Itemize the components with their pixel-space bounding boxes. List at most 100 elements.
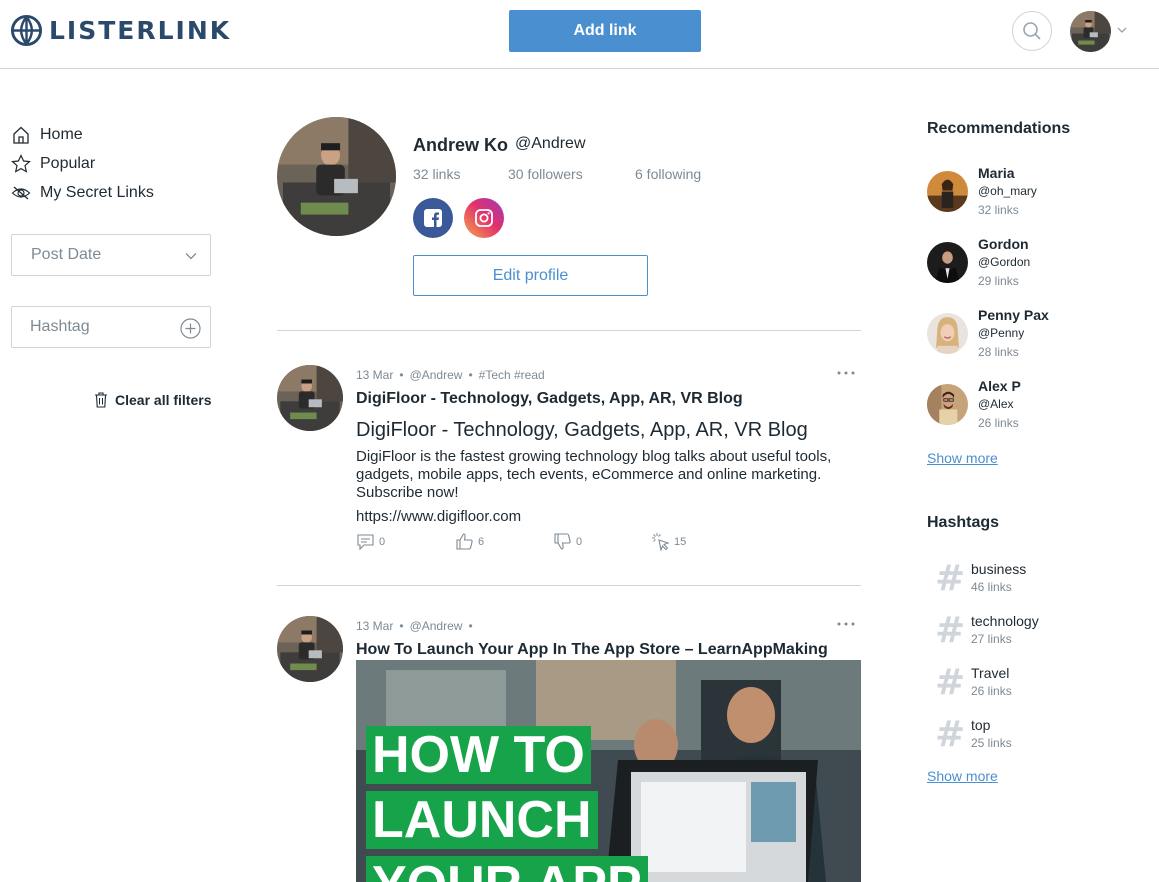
link-preview-title[interactable]: DigiFloor - Technology, Gadgets, App, AR… [356, 419, 808, 442]
post-author[interactable]: @Andrew [410, 619, 463, 633]
clicks-stat: 15 [651, 532, 686, 551]
profile-avatar [277, 117, 396, 236]
comments-button[interactable]: 0 [356, 532, 385, 551]
divider [277, 585, 861, 586]
recommendation-links: 29 links [978, 274, 1019, 288]
recommendation-name[interactable]: Gordon [978, 236, 1029, 252]
globe-logo-icon [10, 14, 43, 47]
avatar[interactable] [927, 313, 968, 354]
recommendation-links: 32 links [978, 203, 1019, 217]
avatar[interactable] [927, 384, 968, 425]
post-author-avatar[interactable] [277, 616, 343, 682]
top-header: LISTERLINK Add link [0, 0, 1159, 69]
recommendation-links: 28 links [978, 345, 1019, 359]
sort-select-value: Post Date [31, 246, 102, 263]
recommendation-handle: @oh_mary [978, 184, 1037, 198]
recommendation-item[interactable]: Gordon @Gordon 29 links [927, 236, 1147, 304]
post-author-avatar[interactable] [277, 365, 343, 431]
hashtags-show-more-link[interactable]: Show more [927, 768, 998, 784]
hashtag-links: 25 links [971, 736, 1012, 750]
sidebar-item-label: Home [40, 125, 83, 143]
home-icon [13, 126, 29, 144]
post-preview-image[interactable]: HOW TO LAUNCH YOUR APP [356, 660, 861, 882]
following-count[interactable]: 6 following [635, 166, 701, 182]
recommendation-name[interactable]: Maria [978, 165, 1015, 181]
link-url[interactable]: https://www.digifloor.com [356, 508, 521, 525]
hashtag-icon: # [935, 662, 966, 703]
logo-text: LISTERLINK [49, 16, 232, 45]
sidebar-item-secret-links[interactable]: My Secret Links [11, 178, 154, 207]
hashtag-item[interactable]: # technology 27 links [935, 610, 1135, 657]
recommendation-handle: @Gordon [978, 255, 1031, 269]
image-headline-line: LAUNCH [366, 791, 598, 849]
user-avatar[interactable] [1070, 11, 1111, 52]
hashtag-item[interactable]: # business 46 links [935, 558, 1135, 605]
instagram-icon [475, 209, 493, 227]
avatar[interactable] [927, 171, 968, 212]
avatar[interactable] [927, 242, 968, 283]
recommendation-item[interactable]: Maria @oh_mary 32 links [927, 165, 1147, 233]
hashtag-placeholder: Hashtag [30, 318, 90, 335]
post-tags[interactable]: #Tech #read [479, 368, 545, 382]
add-circle-icon[interactable] [180, 318, 201, 339]
facebook-button[interactable] [413, 198, 453, 238]
hashtag-icon: # [935, 558, 966, 599]
hashtag-name[interactable]: Travel [971, 665, 1009, 681]
add-link-button[interactable]: Add link [509, 10, 701, 52]
sidebar-item-label: Popular [40, 154, 96, 172]
sidebar-item-home[interactable]: Home [11, 120, 154, 149]
image-headline-line: YOUR APP [366, 856, 648, 882]
search-button[interactable] [1012, 11, 1052, 51]
post-author[interactable]: @Andrew [410, 368, 463, 382]
post-meta: 13 Mar • @Andrew • #Tech #read [356, 368, 545, 382]
hashtag-name[interactable]: business [971, 561, 1026, 577]
sidebar-nav: Home Popular My Secret Links [11, 120, 154, 207]
edit-profile-button[interactable]: Edit profile [413, 255, 648, 296]
image-headline-line: HOW TO [366, 726, 591, 784]
profile-handle: @Andrew [515, 135, 586, 152]
hashtag-name[interactable]: technology [971, 613, 1039, 629]
more-options-icon[interactable] [836, 370, 856, 376]
hashtag-item[interactable]: # top 25 links [935, 714, 1135, 761]
dislike-button[interactable]: 0 [553, 532, 582, 551]
more-options-icon[interactable] [836, 621, 856, 627]
links-count[interactable]: 32 links [413, 166, 460, 182]
dislikes-count: 0 [576, 535, 583, 548]
hashtags-heading: Hashtags [927, 514, 1000, 531]
recommendations-show-more-link[interactable]: Show more [927, 450, 998, 466]
star-icon [11, 153, 31, 173]
trash-icon [95, 392, 107, 408]
hashtag-name[interactable]: top [971, 717, 990, 733]
post-title[interactable]: How To Launch Your App In The App Store … [356, 641, 828, 659]
recommendation-handle: @Alex [978, 397, 1014, 411]
recommendation-name[interactable]: Penny Pax [978, 307, 1049, 323]
instagram-button[interactable] [464, 198, 504, 238]
followers-count[interactable]: 30 followers [508, 166, 583, 182]
post-date: 13 Mar [356, 368, 394, 382]
eye-slash-icon [11, 186, 31, 199]
hashtag-icon: # [935, 714, 966, 755]
like-button[interactable]: 6 [455, 532, 484, 551]
hashtag-links: 26 links [971, 684, 1012, 698]
post-title[interactable]: DigiFloor - Technology, Gadgets, App, AR… [356, 390, 743, 408]
post-meta: 13 Mar • @Andrew • [356, 619, 473, 633]
thumbs-up-icon [456, 533, 473, 550]
comments-count: 0 [379, 535, 386, 548]
sidebar-item-popular[interactable]: Popular [11, 149, 154, 178]
facebook-icon [424, 209, 442, 227]
recommendation-item[interactable]: Penny Pax @Penny 28 links [927, 307, 1147, 375]
link-preview-description: DigiFloor is the fastest growing technol… [356, 448, 832, 501]
cursor-click-icon [652, 533, 670, 551]
clear-filters-button[interactable]: Clear all filters [94, 392, 212, 408]
hashtag-item[interactable]: # Travel 26 links [935, 662, 1135, 709]
hashtag-icon: # [935, 610, 966, 651]
clicks-count: 15 [674, 535, 687, 548]
recommendation-links: 26 links [978, 416, 1019, 430]
hashtag-filter-input[interactable]: Hashtag [11, 306, 211, 348]
recommendation-name[interactable]: Alex P [978, 378, 1021, 394]
logo[interactable]: LISTERLINK [10, 14, 231, 47]
profile-name: Andrew Ko [413, 135, 509, 155]
sort-select[interactable]: Post Date [11, 234, 211, 276]
chevron-down-icon[interactable] [1116, 24, 1128, 36]
recommendation-item[interactable]: Alex P @Alex 26 links [927, 378, 1147, 446]
